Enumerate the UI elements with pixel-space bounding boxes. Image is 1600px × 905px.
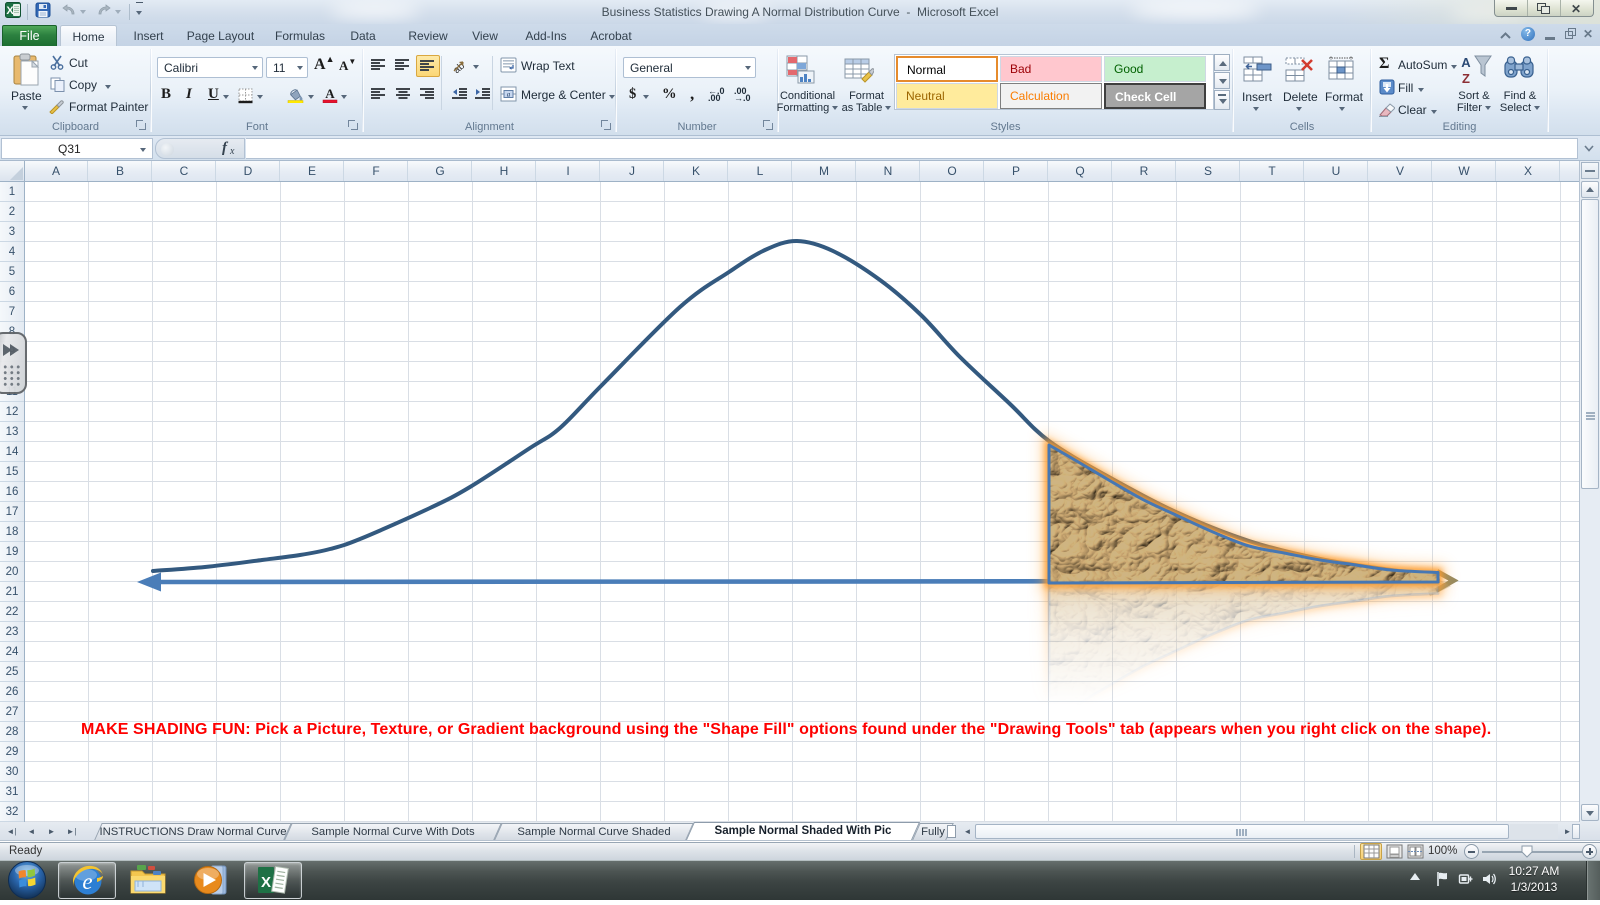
svg-text:Z: Z — [1462, 71, 1470, 86]
svg-text:e: e — [82, 869, 92, 894]
svg-text:ab: ab — [451, 60, 467, 73]
svg-text:a: a — [507, 91, 511, 99]
svg-text:A: A — [325, 86, 335, 101]
svg-text:X: X — [261, 874, 271, 891]
svg-text:A: A — [1461, 55, 1471, 70]
